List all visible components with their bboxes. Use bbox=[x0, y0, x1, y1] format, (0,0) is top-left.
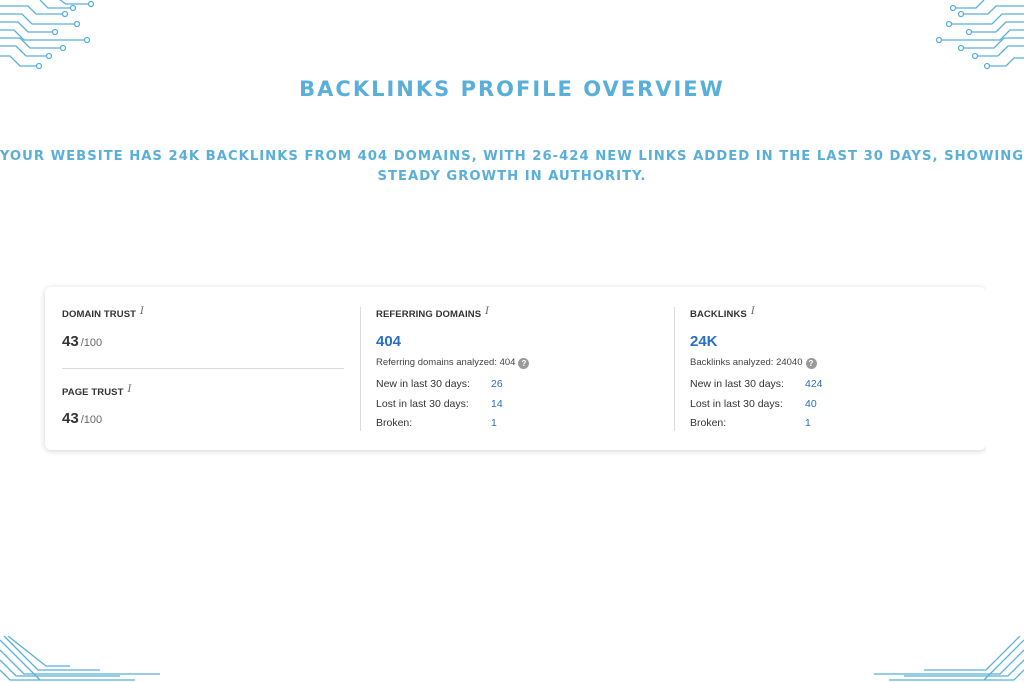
circuit-decoration-top-right bbox=[934, 0, 1024, 75]
bl-new-value[interactable]: 424 bbox=[805, 378, 823, 390]
backlinks-label: BACKLINKS i bbox=[690, 306, 755, 320]
info-icon[interactable]: i bbox=[140, 306, 144, 317]
rd-broken-row: Broken: 1 bbox=[376, 417, 497, 429]
backlinks-overview-panel: DOMAIN TRUST i 43/100 PAGE TRUST i 43/100 … bbox=[45, 287, 986, 450]
backlinks-value[interactable]: 24K bbox=[690, 333, 718, 350]
bl-new-row: New in last 30 days: 424 bbox=[690, 378, 823, 390]
column-divider bbox=[674, 307, 675, 431]
circuit-decoration-bottom-right bbox=[874, 636, 1024, 682]
referring-domains-label: REFERRING DOMAINS i bbox=[376, 306, 490, 320]
referring-domains-column: REFERRING DOMAINS i 404 Referring domains… bbox=[376, 287, 658, 450]
column-divider bbox=[360, 307, 361, 431]
circuit-decoration-bottom-left bbox=[0, 636, 165, 682]
bl-lost-value[interactable]: 40 bbox=[805, 398, 817, 410]
backlinks-analyzed: Backlinks analyzed: 24040? bbox=[690, 357, 817, 369]
bl-lost-row: Lost in last 30 days: 40 bbox=[690, 398, 817, 410]
rd-new-value[interactable]: 26 bbox=[491, 378, 503, 390]
referring-domains-value[interactable]: 404 bbox=[376, 333, 401, 350]
page-subtitle: YOUR WEBSITE HAS 24K BACKLINKS FROM 404 … bbox=[0, 149, 1024, 184]
domain-trust-value: 43/100 bbox=[62, 333, 103, 350]
referring-domains-analyzed: Referring domains analyzed: 404? bbox=[376, 357, 530, 369]
info-icon[interactable]: i bbox=[751, 306, 755, 317]
page-title: BACKLINKS PROFILE OVERVIEW bbox=[299, 77, 725, 101]
trust-column: DOMAIN TRUST i 43/100 PAGE TRUST i 43/100 bbox=[62, 287, 344, 450]
bl-broken-value[interactable]: 1 bbox=[805, 417, 811, 429]
page-trust-label: PAGE TRUST i bbox=[62, 384, 132, 398]
rd-new-row: New in last 30 days: 26 bbox=[376, 378, 503, 390]
backlinks-column: BACKLINKS i 24K Backlinks analyzed: 24040… bbox=[690, 287, 972, 450]
help-icon[interactable]: ? bbox=[518, 358, 530, 369]
info-icon[interactable]: i bbox=[128, 384, 132, 395]
help-icon[interactable]: ? bbox=[805, 358, 817, 369]
page-trust-value: 43/100 bbox=[62, 410, 103, 427]
rd-lost-value[interactable]: 14 bbox=[491, 398, 503, 410]
domain-trust-label: DOMAIN TRUST i bbox=[62, 306, 145, 320]
rd-lost-row: Lost in last 30 days: 14 bbox=[376, 398, 503, 410]
circuit-decoration-top-left bbox=[0, 0, 100, 75]
info-icon[interactable]: i bbox=[485, 306, 489, 317]
rd-broken-value[interactable]: 1 bbox=[491, 417, 497, 429]
bl-broken-row: Broken: 1 bbox=[690, 417, 811, 429]
